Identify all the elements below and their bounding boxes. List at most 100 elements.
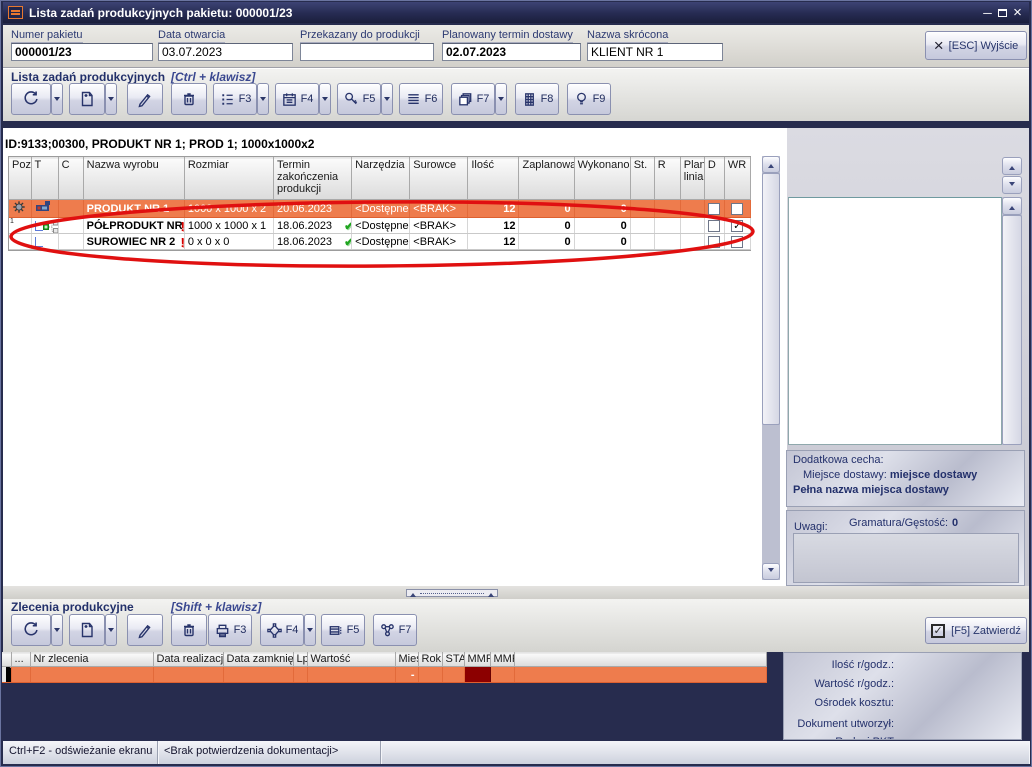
col-header[interactable]: Rozmiar (184, 158, 273, 200)
col-header[interactable]: Ilość (468, 158, 519, 200)
col-header[interactable]: Plan linia (680, 158, 704, 200)
col-header[interactable]: MMP (464, 653, 490, 667)
col-header[interactable]: Nazwa wyrobu (83, 158, 184, 200)
confirm-button[interactable]: ✓ [F5] Zatwierdź (925, 617, 1027, 644)
table-row-product[interactable]: PRODUKT NR 1 1000 x 1000 x 2 20.06.2023 … (9, 200, 751, 218)
remarks-panel: Uwagi: Gramatura/Gęstość: 0 (786, 510, 1025, 586)
col-header[interactable]: MMR (490, 653, 514, 667)
col-header[interactable]: Data zamknięcia (223, 653, 293, 667)
tasks-vscrollbar[interactable] (762, 156, 780, 580)
col-header[interactable]: Rok (418, 653, 442, 667)
col-header[interactable]: D (704, 158, 724, 200)
wr-checkbox[interactable] (731, 203, 743, 215)
splitter-handle[interactable] (406, 589, 498, 597)
refresh-dropdown[interactable] (51, 83, 63, 115)
col-header[interactable]: St. (630, 158, 654, 200)
orders-new-dropdown[interactable] (105, 614, 117, 646)
package-number-input[interactable] (11, 43, 153, 61)
close-x-icon: × (934, 36, 944, 56)
col-header[interactable]: Mies (395, 653, 418, 667)
orders-edit-button[interactable] (127, 614, 163, 646)
close-button[interactable]: × (1010, 5, 1025, 20)
col-header[interactable]: ... (11, 653, 30, 667)
delivery-date-input[interactable] (442, 43, 581, 61)
scroll-down-button[interactable] (762, 563, 780, 580)
new-item-button[interactable] (69, 83, 105, 115)
edit-button[interactable] (127, 83, 163, 115)
details-listbox[interactable] (788, 197, 1002, 445)
orders-f4-cube-button[interactable]: F4 (260, 614, 304, 646)
col-header[interactable]: Termin zakończenia produkcji (274, 158, 352, 200)
new-item-dropdown[interactable] (105, 83, 117, 115)
planned-cell: 0 (519, 200, 574, 218)
col-header[interactable]: Zaplanowano (519, 158, 574, 200)
wr-checkbox[interactable] (731, 236, 743, 248)
client-name-input[interactable] (587, 43, 723, 61)
section-splitter (3, 586, 1029, 599)
tasks-section-title: Lista zadań produkcyjnych (11, 70, 165, 84)
d-checkbox[interactable] (708, 203, 720, 215)
f5-dropdown[interactable] (381, 83, 393, 115)
orders-f7-network-button[interactable]: F7 (373, 614, 417, 646)
wr-checkbox-checked[interactable]: ✓ (731, 220, 743, 232)
col-header[interactable]: Wykonano (574, 158, 630, 200)
panel-scroll-down-button[interactable] (1002, 176, 1022, 194)
printer-icon (214, 622, 231, 639)
ok-check-icon: ✔ (344, 235, 352, 249)
orders-f3-print-button[interactable]: F3 (208, 614, 252, 646)
orders-empty-row[interactable]: - (2, 667, 766, 683)
table-row-material[interactable]: 1 SUROWIEC NR 2! 0 x 0 x 0 18.06.2023✔ <… (9, 234, 751, 250)
orders-refresh-button[interactable] (11, 614, 51, 646)
col-header[interactable]: Nr zlecenia (30, 653, 153, 667)
f6-list-button[interactable]: F6 (399, 83, 443, 115)
type-cell (31, 218, 58, 234)
plan-cell (680, 234, 704, 250)
col-header[interactable]: Narzędzia (352, 158, 410, 200)
refresh-button[interactable] (11, 83, 51, 115)
col-header[interactable]: WR (724, 158, 750, 200)
orders-delete-button[interactable] (171, 614, 207, 646)
f3-label: F3 (239, 93, 252, 105)
maximize-button[interactable] (995, 5, 1010, 20)
tools-cell: <Dostępne> (352, 218, 410, 234)
scroll-up-button[interactable] (1002, 197, 1022, 215)
f8-building-button[interactable]: F8 (515, 83, 559, 115)
orders-refresh-dropdown[interactable] (51, 614, 63, 646)
minimize-button[interactable]: ─ (980, 5, 995, 20)
col-header[interactable]: Poz (9, 158, 31, 200)
handover-date-input[interactable] (300, 43, 434, 61)
col-header[interactable]: C (58, 158, 83, 200)
f7-dropdown[interactable] (495, 83, 507, 115)
orders-f5-frame-button[interactable]: F5 (321, 614, 365, 646)
exit-button[interactable]: × [ESC] Wyjście (925, 31, 1027, 60)
remarks-textarea[interactable] (793, 533, 1019, 583)
scroll-thumb[interactable] (1002, 215, 1022, 445)
f3-list-button[interactable]: F3 (213, 83, 257, 115)
f7-copies-button[interactable]: F7 (451, 83, 495, 115)
lp-cell (293, 667, 307, 683)
table-row-halfproduct[interactable]: 1 PÓŁPRODUKT NR 1! 1000 x 1000 x 1 18.06… (9, 218, 751, 234)
d-checkbox[interactable] (708, 220, 720, 232)
col-header[interactable]: STAT (442, 653, 464, 667)
col-header[interactable]: Lp (293, 653, 307, 667)
delete-button[interactable] (171, 83, 207, 115)
col-header[interactable]: T (31, 158, 58, 200)
col-header[interactable]: Surowce (410, 158, 468, 200)
col-header[interactable]: R (654, 158, 680, 200)
listbox-scrollbar[interactable] (1002, 197, 1022, 445)
scroll-thumb[interactable] (762, 173, 780, 425)
f3-dropdown[interactable] (257, 83, 269, 115)
delivery-place-value: miejsce dostawy (890, 469, 977, 481)
f4-dropdown[interactable] (319, 83, 331, 115)
orders-new-button[interactable] (69, 614, 105, 646)
scroll-up-button[interactable] (762, 156, 780, 173)
f4-calendar-button[interactable]: F4 (275, 83, 319, 115)
f5-search-button[interactable]: F5 (337, 83, 381, 115)
d-checkbox[interactable] (708, 236, 720, 248)
orders-f4-dropdown[interactable] (304, 614, 316, 646)
col-header[interactable]: Wartość (307, 653, 395, 667)
col-header[interactable]: Data realizacji (153, 653, 223, 667)
open-date-input[interactable] (158, 43, 293, 61)
f9-bulb-button[interactable]: F9 (567, 83, 611, 115)
panel-scroll-up-button[interactable] (1002, 157, 1022, 175)
